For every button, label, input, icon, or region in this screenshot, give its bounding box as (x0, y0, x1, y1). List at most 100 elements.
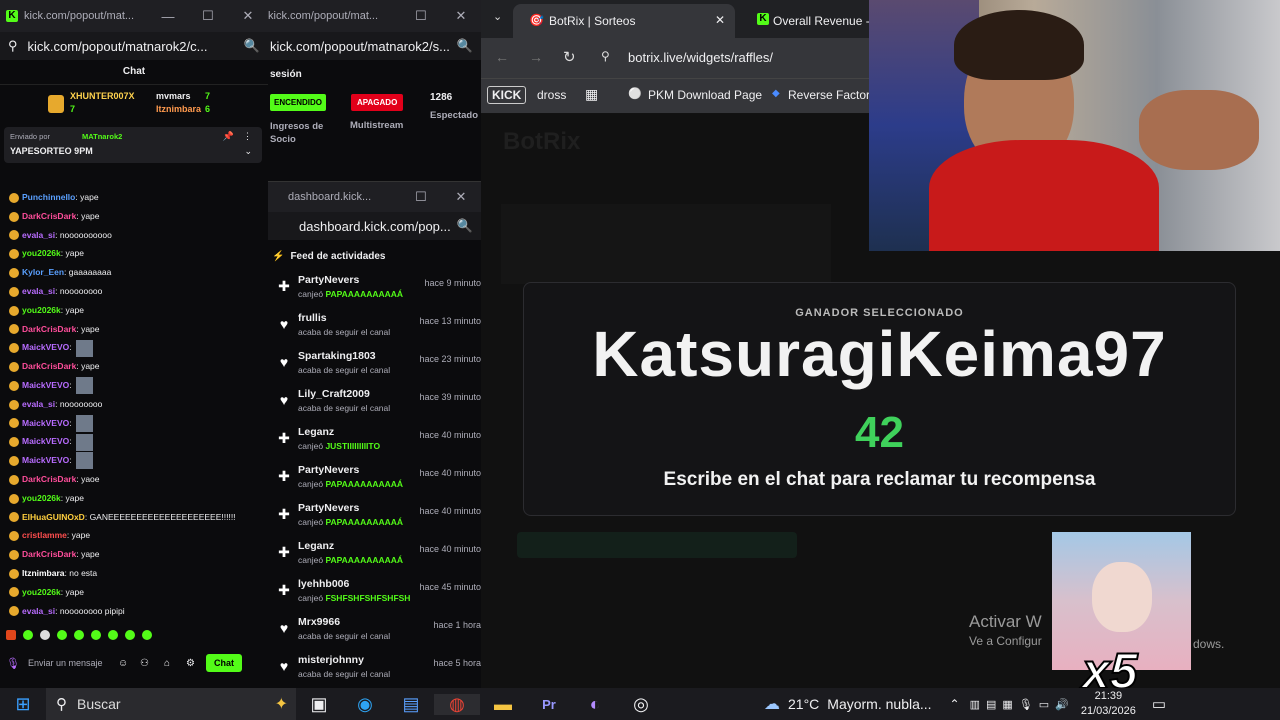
weather-temp[interactable]: 21°C (788, 696, 819, 712)
tray-chevron-icon[interactable]: ⌃ (950, 697, 960, 711)
chat-message[interactable]: you2026k: yape (0, 301, 268, 320)
chat-message[interactable]: MaickVEVO: (0, 451, 268, 470)
chat-username[interactable]: Punchinnello (22, 192, 75, 202)
maximize-icon[interactable]: ☐ (401, 189, 441, 205)
feed-username[interactable]: misterjohnny (298, 654, 390, 666)
chat-username[interactable]: evala_si (22, 399, 55, 409)
feed-item[interactable]: ✚ lyehhb006 canjeó FSHFSHFSHFSHFSH hace 45 … (270, 578, 481, 616)
emote-icon[interactable] (108, 630, 118, 640)
close-icon[interactable]: ✕ (441, 189, 481, 205)
chat-message[interactable]: MaickVEVO: (0, 432, 268, 451)
emote-icon[interactable] (91, 630, 101, 640)
chat-username[interactable]: MaickVEVO (22, 342, 69, 352)
gear-icon[interactable]: ⚙ (186, 658, 206, 669)
feed-urlbar[interactable]: dashboard.kick.com/pop... 🔍 (268, 212, 481, 240)
feed-username[interactable]: Leganz (298, 426, 380, 438)
bookmark-dross[interactable]: dross (537, 88, 566, 102)
feed-username[interactable]: Mrx9966 (298, 616, 390, 628)
weather-icon[interactable]: ☁ (764, 694, 780, 714)
feed-item[interactable]: ✚ PartyNevers canjeó PAPAAAAAAAAAÁ hace 9 m… (270, 274, 481, 312)
tab-botrix[interactable]: 🎯 BotRix | Sorteos ✕ (513, 4, 735, 38)
clock[interactable]: 21:39 21/03/2026 (1081, 689, 1136, 719)
notifications-icon[interactable]: ▭ (1152, 695, 1166, 713)
close-icon[interactable]: ✕ (441, 8, 481, 24)
dashboard-url[interactable]: kick.com/popout/matnarok2/s... (270, 39, 457, 54)
chat-message[interactable]: evala_si: noooooooo pipipi (0, 602, 268, 621)
tab-search-icon[interactable]: ⌄ (493, 10, 502, 23)
chat-message[interactable]: evala_si: noooooooo (0, 282, 268, 301)
chat-message[interactable]: ElHuaGUINOxD: GANEEEEEEEEEEEEEEEEEEEE!!!… (0, 508, 268, 527)
emote-icon[interactable] (74, 630, 84, 640)
tray-icons[interactable]: ▥▤▦🎙▭🔊 (970, 698, 1075, 711)
chat-username[interactable]: MaickVEVO (22, 436, 69, 446)
chat-message[interactable]: you2026k: yape (0, 244, 268, 263)
emote-icon[interactable] (6, 630, 16, 640)
feed-username[interactable]: PartyNevers (298, 274, 403, 286)
users-icon[interactable]: ⚇ (140, 658, 164, 669)
feed-item[interactable]: ♥ frullis acaba de seguir el canal hace 13 … (270, 312, 481, 350)
weather-text[interactable]: Mayorm. nubla... (827, 696, 931, 712)
feed-username[interactable]: Lily_Craft2009 (298, 388, 390, 400)
minimize-icon[interactable]: — (148, 9, 188, 24)
zoom-icon[interactable]: 🔍 (457, 38, 473, 54)
feed-item[interactable]: ♥ Lily_Craft2009 acaba de seguir el canal h… (270, 388, 481, 426)
file-explorer-icon[interactable]: ▬ (480, 694, 526, 715)
chat-message[interactable]: MaickVEVO: (0, 376, 268, 395)
chat-username[interactable]: you2026k (22, 248, 61, 258)
activity-feed-list[interactable]: ✚ PartyNevers canjeó PAPAAAAAAAAAÁ hace 9 m… (268, 274, 481, 689)
reload-icon[interactable]: ↻ (563, 48, 576, 66)
feed-url[interactable]: dashboard.kick.com/pop... (299, 219, 457, 234)
chat-input[interactable]: Enviar un mensaje (28, 658, 118, 668)
chat-username[interactable]: cristlamme (22, 530, 67, 540)
multistream-badge[interactable]: APAGADO (351, 94, 404, 111)
chat-window-urlbar[interactable]: ⚲ kick.com/popout/matnarok2/c... 🔍 (0, 32, 268, 60)
tab-close-icon[interactable]: ✕ (715, 13, 725, 27)
pinned-message[interactable]: Enviado por MATnarok2 YAPESORTEO 9PM 📌 ⋮… (4, 127, 262, 163)
chat-message[interactable]: DarkCrisDark: yaoe (0, 470, 268, 489)
address-bar[interactable]: botrix.live/widgets/raffles/ (628, 50, 773, 65)
zoom-icon[interactable]: 🔍 (244, 38, 260, 54)
feed-username[interactable]: Spartaking1803 (298, 350, 390, 362)
store-icon[interactable]: ▤ (388, 694, 434, 715)
bookmark-reverse[interactable]: Reverse Factorin (788, 88, 879, 102)
feed-item[interactable]: ♥ misterjohnny acaba de seguir el canal hac… (270, 654, 481, 689)
more-options-icon[interactable]: ⋮ (243, 131, 252, 142)
chat-username[interactable]: MaickVEVO (22, 455, 69, 465)
maximize-icon[interactable]: ☐ (401, 8, 441, 24)
chat-username[interactable]: evala_si (22, 286, 55, 296)
dashboard-urlbar[interactable]: kick.com/popout/matnarok2/s... 🔍 (268, 32, 481, 60)
chat-send-button[interactable]: Chat (206, 654, 242, 672)
chat-message[interactable]: MaickVEVO: (0, 338, 268, 357)
feed-username[interactable]: PartyNevers (298, 502, 403, 514)
chat-message[interactable]: evala_si: noooooooooo (0, 226, 268, 245)
zoom-icon[interactable]: 🔍 (457, 218, 473, 234)
chat-username[interactable]: you2026k (22, 587, 61, 597)
maximize-icon[interactable]: ☐ (188, 8, 228, 24)
chat-message-list[interactable]: Punchinnello: yape DarkCrisDark: yape eval… (0, 188, 268, 620)
chat-username[interactable]: MaickVEVO (22, 380, 69, 390)
bookmark-pkm[interactable]: PKM Download Page (648, 88, 762, 102)
feed-item[interactable]: ✚ PartyNevers canjeó PAPAAAAAAAAAÁ hace 40 … (270, 502, 481, 540)
forward-icon[interactable]: → (529, 49, 543, 65)
apps-grid-icon[interactable]: ▦ (585, 86, 598, 103)
chat-message[interactable]: Punchinnello: yape (0, 188, 268, 207)
task-view-icon[interactable]: ▣ (296, 694, 342, 715)
tab-overall-revenue[interactable]: Overall Revenue - K (773, 14, 881, 28)
pin-icon[interactable]: 📌 (223, 131, 234, 142)
chat-username[interactable]: you2026k (22, 305, 61, 315)
chat-username[interactable]: DarkCrisDark (22, 549, 76, 559)
chevron-down-icon[interactable]: ⌄ (244, 146, 252, 157)
chat-message[interactable]: MaickVEVO: (0, 414, 268, 433)
chat-window-url[interactable]: kick.com/popout/matnarok2/c... (28, 39, 244, 54)
close-icon[interactable]: ✕ (228, 8, 268, 24)
back-icon[interactable]: ← (495, 49, 509, 65)
emote-icon[interactable] (57, 630, 67, 640)
feed-username[interactable]: frullis (298, 312, 390, 324)
store-icon[interactable]: ⌂ (164, 658, 186, 669)
chat-username[interactable]: MaickVEVO (22, 418, 69, 428)
feed-item[interactable]: ♥ Spartaking1803 acaba de seguir el canal h… (270, 350, 481, 388)
chat-username[interactable]: you2026k (22, 493, 61, 503)
chat-message[interactable]: DarkCrisDark: yape (0, 320, 268, 339)
feed-username[interactable]: lyehhb006 (298, 578, 410, 590)
chat-message[interactable]: DarkCrisDark: yape (0, 357, 268, 376)
